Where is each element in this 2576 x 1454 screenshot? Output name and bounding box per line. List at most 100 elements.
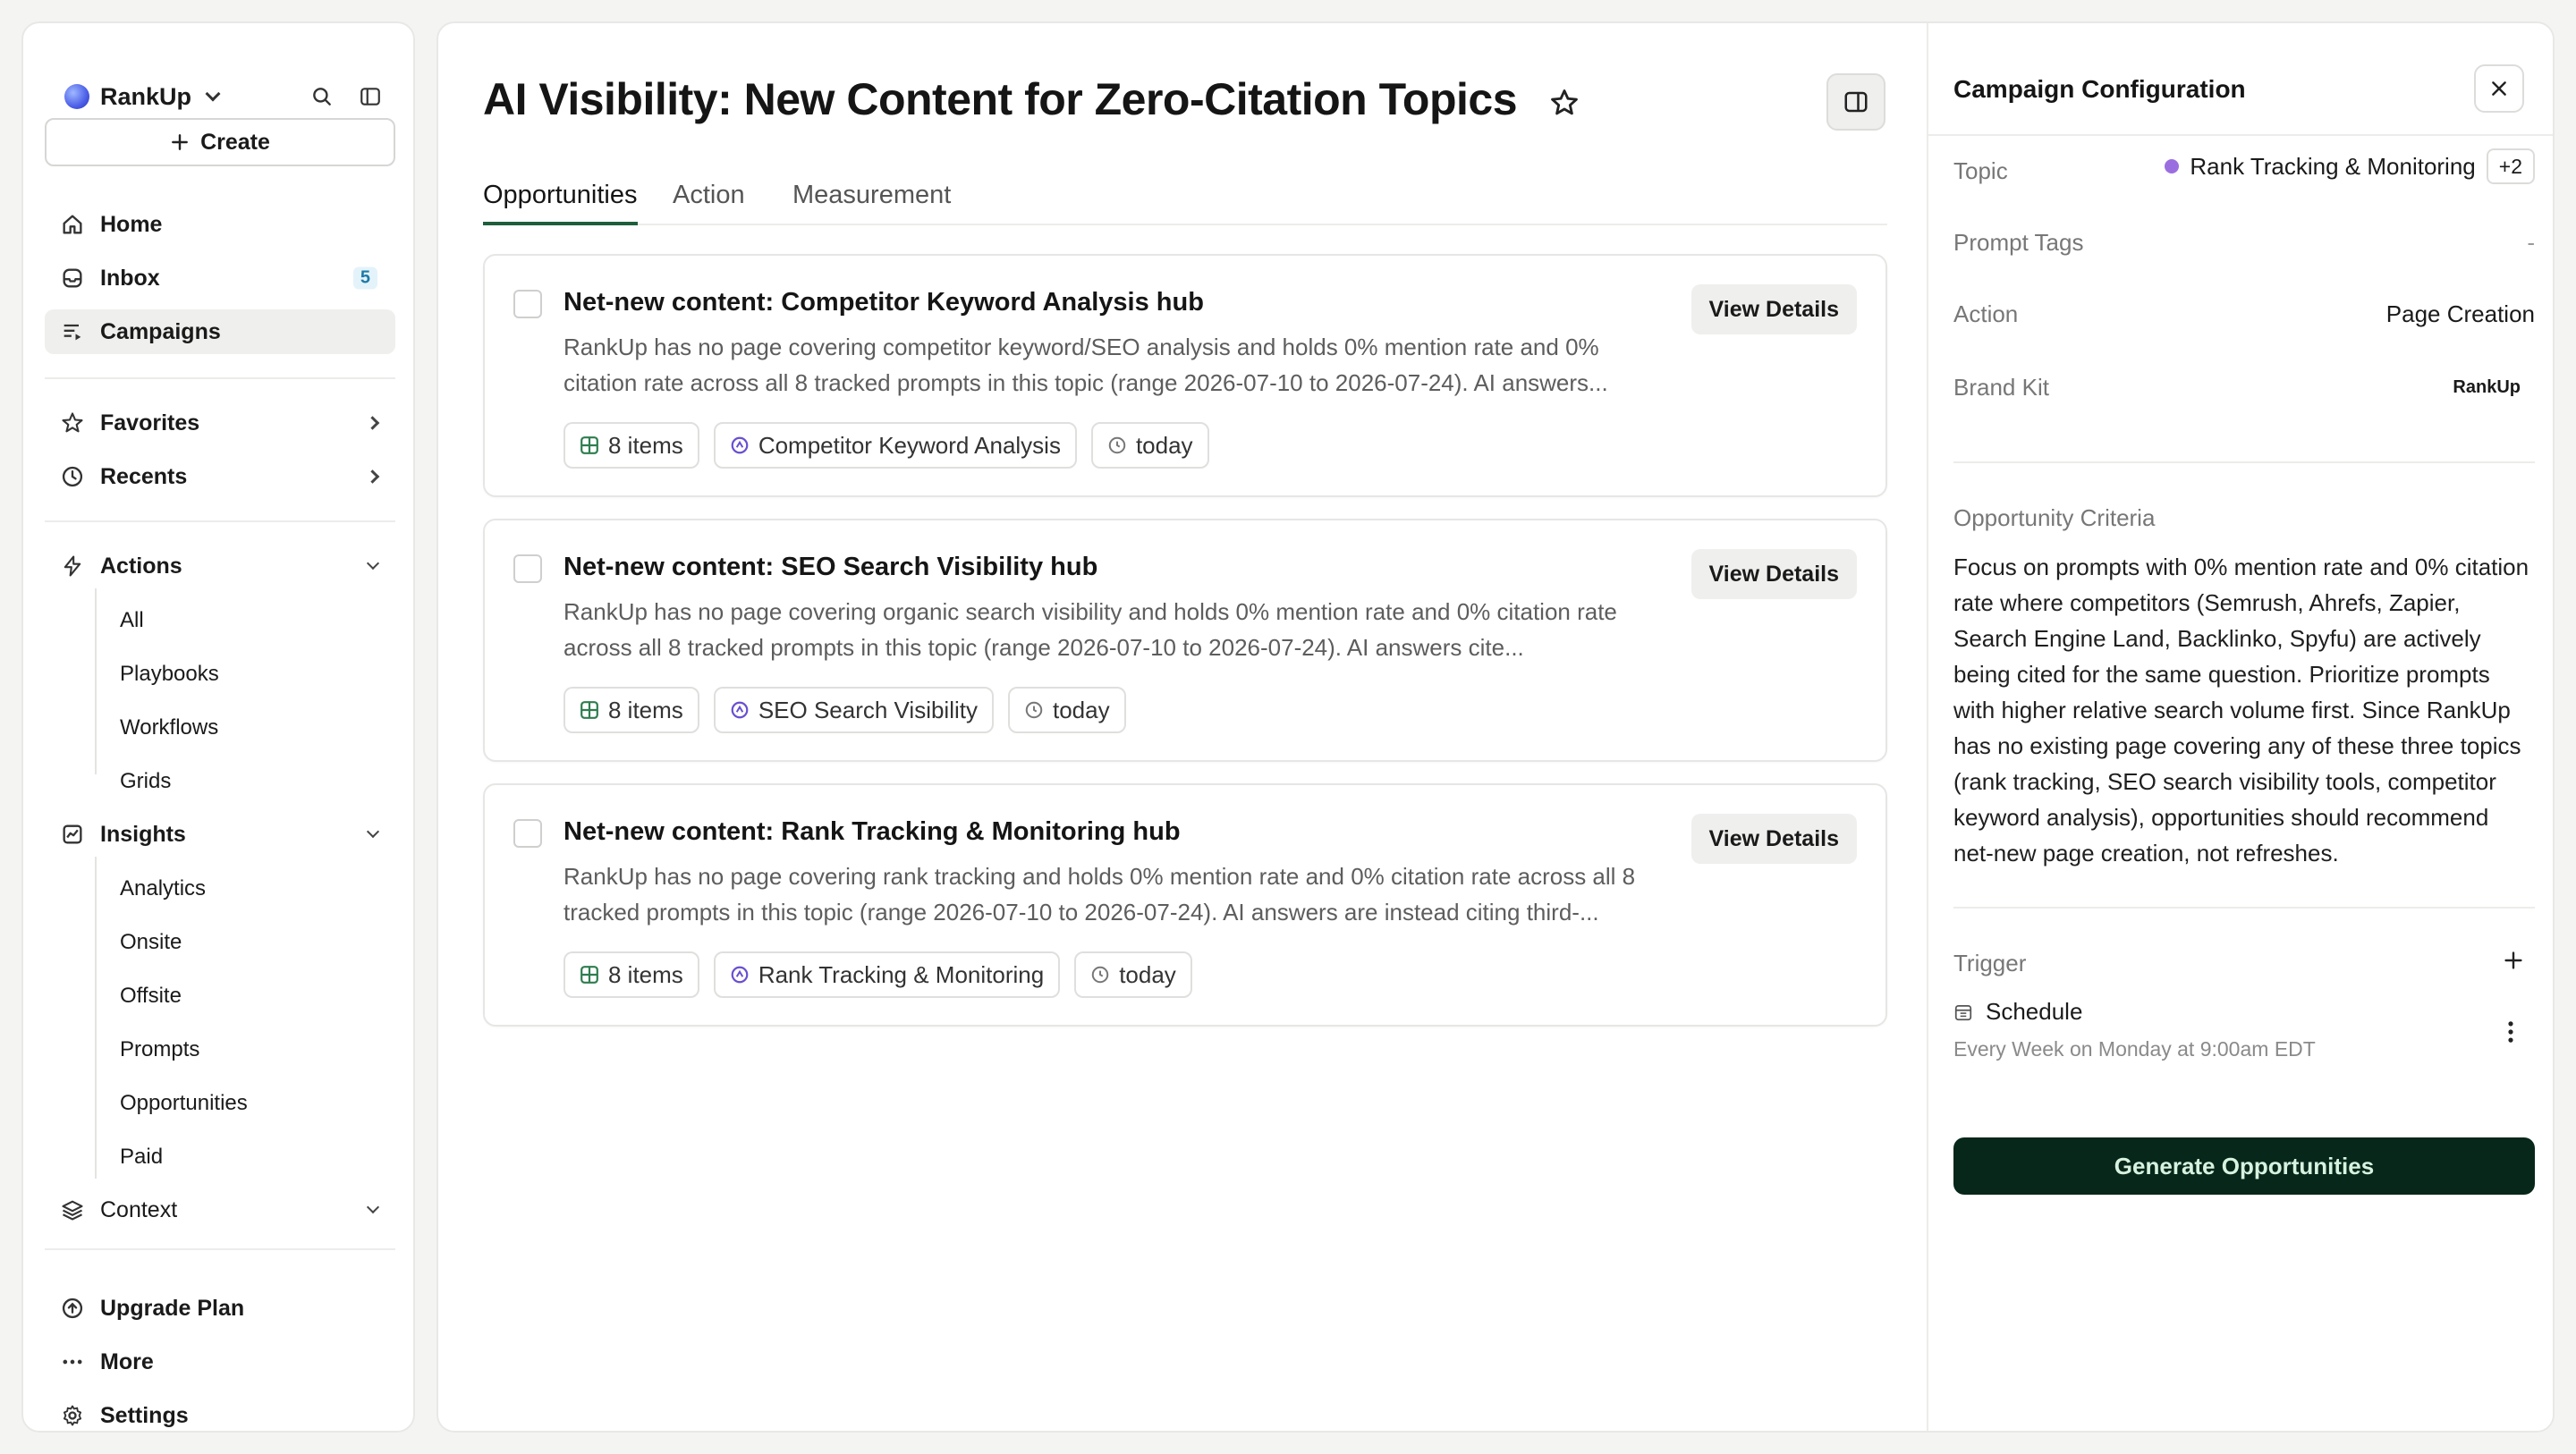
sidebar-subitem-all[interactable]: All xyxy=(120,603,144,638)
sidebar-subitem-offsite[interactable]: Offsite xyxy=(120,978,182,1014)
schedule-label: Schedule xyxy=(1986,998,2083,1025)
sidebar-item-settings[interactable]: Settings xyxy=(45,1393,395,1438)
criteria-label: Opportunity Criteria xyxy=(1953,504,2156,531)
sidebar-subitem-playbooks[interactable]: Playbooks xyxy=(120,656,219,692)
sidebar-subitem-workflows[interactable]: Workflows xyxy=(120,710,218,746)
add-trigger-button[interactable] xyxy=(2503,950,2524,976)
schedule-trigger[interactable]: Schedule xyxy=(1953,998,2082,1026)
view-details-button[interactable]: View Details xyxy=(1690,549,1857,599)
sidebar-item-more[interactable]: More xyxy=(45,1340,395,1384)
topic-color-dot xyxy=(2165,159,2180,173)
main-content: AI Visibility: New Content for Zero-Cita… xyxy=(436,21,2555,1433)
topic-chip: Rank Tracking & Monitoring xyxy=(713,951,1061,998)
sidebar-item-actions[interactable]: Actions xyxy=(45,544,395,588)
items-count: 8 items xyxy=(608,960,683,988)
sidebar-item-recents[interactable]: Recents xyxy=(45,454,395,499)
workspace-switcher[interactable]: RankUp xyxy=(64,80,221,113)
sidebar-item-label: Settings xyxy=(100,1402,189,1428)
trigger-label: Trigger xyxy=(1953,950,2027,976)
grid-icon xyxy=(580,435,599,455)
sidebar-item-upgrade[interactable]: Upgrade Plan xyxy=(45,1286,395,1331)
action-value[interactable]: Page Creation xyxy=(2386,300,2535,328)
time-label: today xyxy=(1052,696,1110,723)
action-label: Action xyxy=(1953,300,2019,327)
clock-icon xyxy=(59,463,86,490)
workspace-name: RankUp xyxy=(100,82,192,110)
grid-icon xyxy=(580,700,599,720)
select-checkbox[interactable] xyxy=(513,554,542,583)
card-description: RankUp has no page covering organic sear… xyxy=(564,598,1617,661)
sidebar-item-label: Upgrade Plan xyxy=(100,1295,245,1321)
chevron-down-icon xyxy=(205,86,221,102)
campaigns-icon xyxy=(59,318,86,345)
chevron-right-icon xyxy=(365,469,380,484)
create-label: Create xyxy=(200,129,270,155)
sidebar-item-label: Inbox xyxy=(100,265,160,291)
sidebar-item-label: Recents xyxy=(100,463,188,489)
view-details-button[interactable]: View Details xyxy=(1690,814,1857,864)
topic-field[interactable]: Rank Tracking & Monitoring +2 xyxy=(2165,148,2535,184)
card-description: RankUp has no page covering competitor k… xyxy=(564,334,1608,396)
card-title: Net-new content: SEO Search Visibility h… xyxy=(564,553,1098,581)
create-button[interactable]: Create xyxy=(45,118,395,166)
sidebar-item-inbox[interactable]: Inbox 5 xyxy=(45,256,395,300)
panel-divider xyxy=(1953,907,2535,909)
inbox-count-badge: 5 xyxy=(352,266,377,290)
sidebar-item-insights[interactable]: Insights xyxy=(45,812,395,857)
select-checkbox[interactable] xyxy=(513,819,542,848)
sidebar-subitem-onsite[interactable]: Onsite xyxy=(120,925,182,960)
more-icon xyxy=(59,1348,86,1375)
favorite-button[interactable] xyxy=(1547,86,1581,120)
items-count: 8 items xyxy=(608,696,683,723)
generate-opportunities-button[interactable]: Generate Opportunities xyxy=(1953,1137,2535,1195)
tab-action[interactable]: Action xyxy=(673,179,745,225)
brand-kit-value[interactable]: RankUp xyxy=(2453,377,2521,398)
sidebar-item-label: Favorites xyxy=(100,410,200,435)
sidebar-divider xyxy=(45,520,395,522)
time-chip: today xyxy=(1007,687,1126,733)
time-label: today xyxy=(1119,960,1176,988)
sidebar-item-context[interactable]: Context xyxy=(45,1188,395,1232)
sidebar-subitem-grids[interactable]: Grids xyxy=(120,764,171,799)
tab-bar: Opportunities Action Measurement xyxy=(483,179,1887,225)
topic-chip: Competitor Keyword Analysis xyxy=(713,422,1077,469)
tab-measurement[interactable]: Measurement xyxy=(792,179,951,225)
sidebar-subitem-analytics[interactable]: Analytics xyxy=(120,871,206,907)
collapse-sidebar-button[interactable] xyxy=(354,80,386,113)
topic-icon xyxy=(730,700,750,720)
items-chip: 8 items xyxy=(564,422,699,469)
view-details-button[interactable]: View Details xyxy=(1690,284,1857,334)
lightning-icon xyxy=(59,553,86,579)
sidebar-item-campaigns[interactable]: Campaigns xyxy=(45,309,395,354)
tree-guide xyxy=(95,857,97,1179)
toggle-panel-button[interactable] xyxy=(1826,73,1885,131)
sidebar-subitem-opportunities[interactable]: Opportunities xyxy=(120,1086,248,1121)
close-panel-button[interactable] xyxy=(2474,64,2524,113)
topic-name: SEO Search Visibility xyxy=(758,696,978,723)
topic-name: Competitor Keyword Analysis xyxy=(758,431,1061,459)
chevron-down-icon xyxy=(366,1200,380,1214)
sidebar-subitem-prompts[interactable]: Prompts xyxy=(120,1032,199,1068)
opportunity-card[interactable]: Net-new content: Competitor Keyword Anal… xyxy=(483,254,1887,497)
opportunity-card[interactable]: Net-new content: Rank Tracking & Monitor… xyxy=(483,783,1887,1027)
calendar-icon xyxy=(1954,1004,1972,1020)
sidebar-item-favorites[interactable]: Favorites xyxy=(45,401,395,445)
tab-opportunities[interactable]: Opportunities xyxy=(483,179,638,225)
insights-icon xyxy=(59,821,86,848)
search-button[interactable] xyxy=(306,80,338,113)
chevron-down-icon xyxy=(366,556,380,571)
prompt-tags-value[interactable]: - xyxy=(2527,229,2535,257)
select-checkbox[interactable] xyxy=(513,290,542,318)
plus-icon xyxy=(172,134,188,150)
sidebar-subitem-paid[interactable]: Paid xyxy=(120,1139,163,1175)
card-title: Net-new content: Rank Tracking & Monitor… xyxy=(564,817,1181,846)
chevron-right-icon xyxy=(365,416,380,430)
topic-more-badge[interactable]: +2 xyxy=(2486,148,2535,184)
sidebar: RankUp Create Home Inbox 5 Campaigns Fav… xyxy=(21,21,415,1433)
trigger-menu-button[interactable] xyxy=(2497,1016,2524,1048)
sidebar-divider xyxy=(45,1248,395,1250)
schedule-detail: Every Week on Monday at 9:00am EDT xyxy=(1953,1037,2316,1061)
brand-kit-label: Brand Kit xyxy=(1953,374,2049,401)
sidebar-item-home[interactable]: Home xyxy=(45,202,395,247)
opportunity-card[interactable]: Net-new content: SEO Search Visibility h… xyxy=(483,519,1887,762)
